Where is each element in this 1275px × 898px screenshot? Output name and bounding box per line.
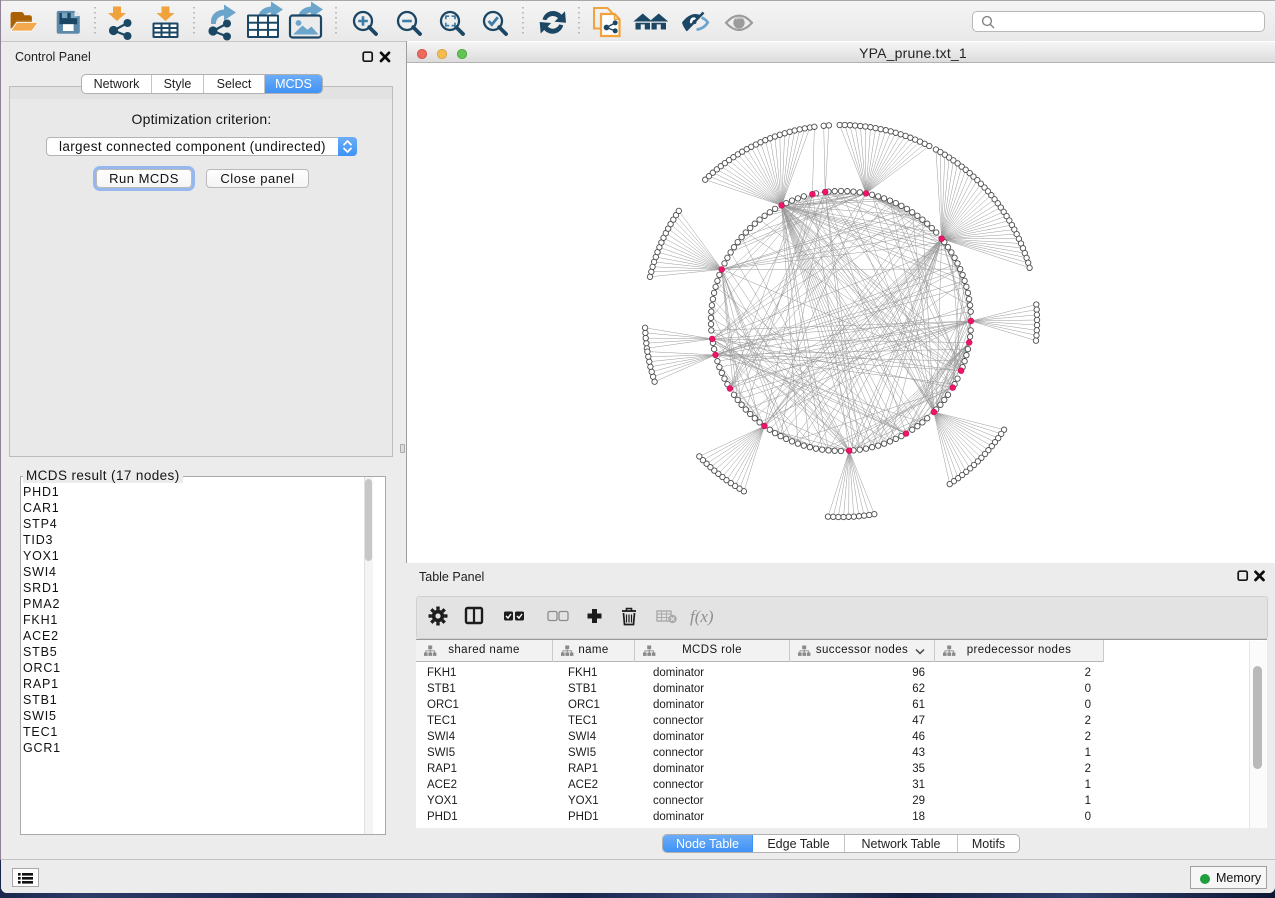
svg-text:f(x): f(x) <box>690 607 714 626</box>
